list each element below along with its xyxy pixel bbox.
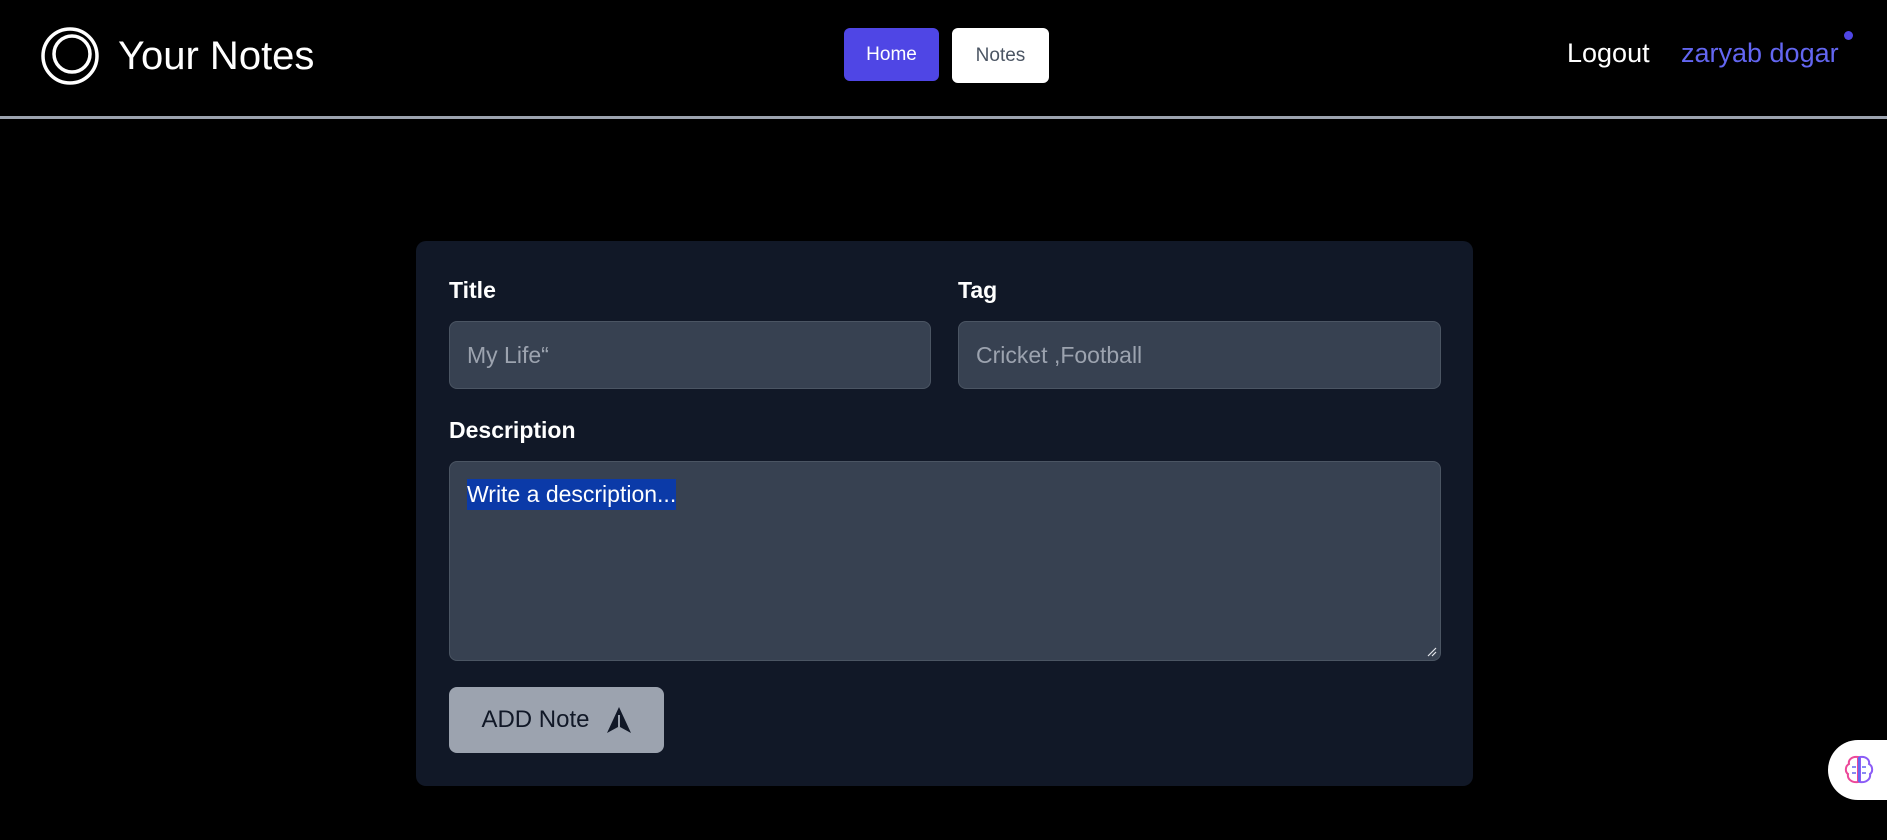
brand-title: Your Notes bbox=[118, 34, 315, 78]
description-placeholder: Write a description... bbox=[467, 479, 677, 510]
resize-handle-icon[interactable] bbox=[1427, 647, 1437, 657]
home-button[interactable]: Home bbox=[844, 28, 939, 81]
description-textarea[interactable]: Write a description... bbox=[449, 461, 1441, 661]
add-note-label: ADD Note bbox=[481, 706, 590, 733]
notes-button[interactable]: Notes bbox=[952, 28, 1049, 83]
navbar: Your Notes Home Notes Logout zaryab doga… bbox=[0, 0, 1887, 119]
circle-logo-icon bbox=[41, 27, 99, 85]
brand[interactable]: Your Notes bbox=[40, 26, 314, 86]
description-label: Description bbox=[449, 417, 576, 443]
nav-buttons: Home Notes bbox=[844, 28, 1049, 83]
notification-dot bbox=[1844, 31, 1853, 40]
add-note-card: Title Tag Description Write a descriptio… bbox=[416, 241, 1473, 786]
add-note-button[interactable]: ADD Note bbox=[449, 687, 664, 753]
logout-link[interactable]: Logout bbox=[1567, 38, 1650, 69]
assistant-widget[interactable] bbox=[1828, 740, 1887, 800]
tag-input[interactable] bbox=[958, 321, 1441, 389]
username-link[interactable]: zaryab dogar bbox=[1681, 38, 1839, 69]
brain-icon bbox=[1844, 755, 1874, 784]
send-arrow-icon bbox=[606, 707, 631, 733]
tag-label: Tag bbox=[958, 277, 998, 303]
title-label: Title bbox=[449, 277, 496, 303]
title-input[interactable] bbox=[449, 321, 931, 389]
